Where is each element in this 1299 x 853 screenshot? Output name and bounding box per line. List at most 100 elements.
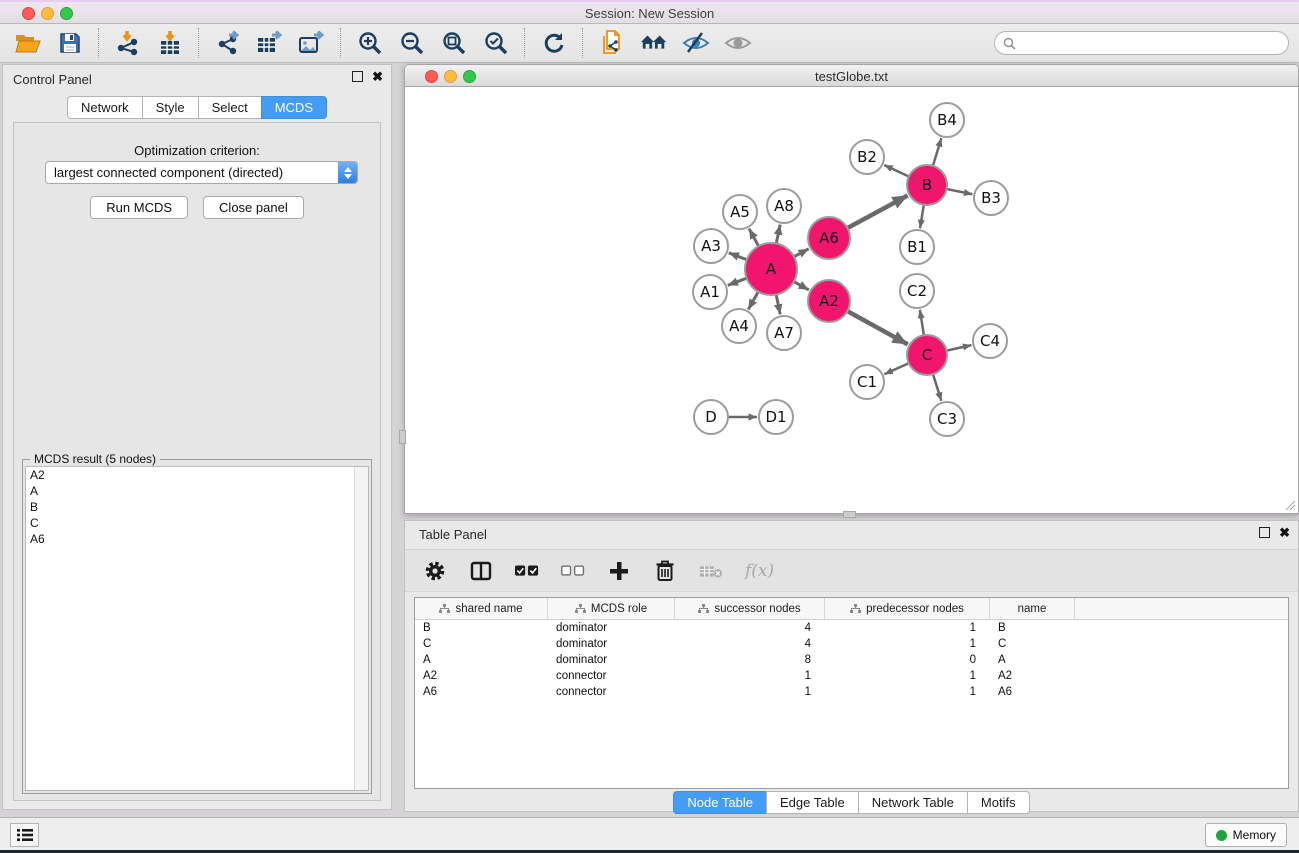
zoom-in-icon[interactable] xyxy=(356,29,384,57)
search-icon xyxy=(1003,37,1016,50)
graph-node-label-A5: A5 xyxy=(730,203,750,221)
tab-select[interactable]: Select xyxy=(198,96,262,119)
zoom-selected-icon[interactable] xyxy=(482,29,510,57)
horizontal-splitter-handle[interactable] xyxy=(843,511,856,518)
close-panel-button[interactable]: Close panel xyxy=(203,196,304,219)
float-panel-icon[interactable] xyxy=(352,71,363,82)
tab-network[interactable]: Network xyxy=(67,96,143,119)
network-canvas[interactable]: B4B2BB3A8A5A6A3B1AC2A1A2A4A7C4CC1C3DD1 xyxy=(404,87,1299,514)
column-header-successor-nodes[interactable]: successor nodes xyxy=(675,598,825,620)
select-all-icon[interactable] xyxy=(515,559,539,583)
show-columns-icon[interactable] xyxy=(469,559,493,583)
column-header-MCDS-role[interactable]: MCDS role xyxy=(548,598,675,620)
shared-column-icon xyxy=(850,604,861,614)
float-table-panel-icon[interactable] xyxy=(1259,527,1270,538)
houses-icon[interactable] xyxy=(640,29,668,57)
column-header-filler xyxy=(1075,598,1288,620)
table-cell: B xyxy=(990,620,1075,636)
close-panel-icon[interactable]: ✖ xyxy=(372,71,383,82)
tab-style[interactable]: Style xyxy=(142,96,199,119)
show-hidden-eye-icon[interactable] xyxy=(724,29,752,57)
tab-motifs[interactable]: Motifs xyxy=(967,791,1030,814)
import-network-icon[interactable] xyxy=(114,29,142,57)
scrollbar-track[interactable] xyxy=(354,467,368,790)
graph-node-label-B: B xyxy=(922,176,932,194)
shared-column-icon xyxy=(698,604,709,614)
tab-mcds[interactable]: MCDS xyxy=(261,96,327,119)
table-cell: dominator xyxy=(548,652,675,668)
tab-network-table[interactable]: Network Table xyxy=(858,791,968,814)
graph-node-label-D: D xyxy=(705,408,717,426)
dropdown-stepper-icon xyxy=(338,162,357,183)
table-cell: A xyxy=(415,652,548,668)
export-network-icon[interactable] xyxy=(214,29,242,57)
list-item[interactable]: A2 xyxy=(26,467,368,483)
table-panel-title: Table Panel xyxy=(419,527,487,542)
export-image-icon[interactable] xyxy=(298,29,326,57)
save-session-icon[interactable] xyxy=(56,29,84,57)
search-input[interactable] xyxy=(1021,35,1288,51)
graph-node-label-A1: A1 xyxy=(700,283,720,301)
open-session-icon[interactable] xyxy=(14,29,42,57)
criterion-dropdown[interactable]: largest connected component (directed) xyxy=(45,161,358,184)
deselect-all-icon[interactable] xyxy=(561,559,585,583)
task-history-button[interactable] xyxy=(10,823,39,847)
import-table-icon[interactable] xyxy=(156,29,184,57)
column-header-predecessor-nodes[interactable]: predecessor nodes xyxy=(825,598,990,620)
search-field[interactable] xyxy=(994,31,1289,55)
tab-node-table[interactable]: Node Table xyxy=(673,791,767,814)
run-mcds-button[interactable]: Run MCDS xyxy=(90,196,188,219)
close-table-panel-icon[interactable]: ✖ xyxy=(1279,527,1290,538)
mcds-result-list[interactable]: A2ABCA6 xyxy=(25,466,369,791)
column-header-shared-name[interactable]: shared name xyxy=(415,598,548,620)
table-cell: connector xyxy=(548,668,675,684)
table-cell: 1 xyxy=(675,684,825,700)
duplicate-network-icon[interactable] xyxy=(598,29,626,57)
list-item[interactable]: A xyxy=(26,483,368,499)
graph-node-label-B1: B1 xyxy=(907,238,927,256)
graph-node-label-C1: C1 xyxy=(857,373,877,391)
graph-node-label-A8: A8 xyxy=(774,197,794,215)
control-panel-title: Control Panel xyxy=(13,72,92,87)
zoom-fit-icon[interactable] xyxy=(440,29,468,57)
column-header-label: name xyxy=(1018,603,1047,615)
table-row[interactable]: Adominator80A xyxy=(415,652,1288,668)
graph-node-label-D1: D1 xyxy=(765,408,786,426)
network-graph[interactable]: B4B2BB3A8A5A6A3B1AC2A1A2A4A7C4CC1C3DD1 xyxy=(405,87,1298,512)
graph-node-label-B2: B2 xyxy=(857,148,877,166)
network-window-titlebar: testGlobe.txt xyxy=(404,64,1299,87)
column-header-label: predecessor nodes xyxy=(866,603,964,615)
vertical-splitter-handle[interactable] xyxy=(399,430,406,444)
graph-node-label-C4: C4 xyxy=(980,332,1000,350)
list-item[interactable]: B xyxy=(26,499,368,515)
export-table-icon[interactable] xyxy=(256,29,284,57)
table-row[interactable]: Cdominator41C xyxy=(415,636,1288,652)
table-mode-gear-icon[interactable] xyxy=(423,559,447,583)
delete-columns-trash-icon[interactable] xyxy=(653,559,677,583)
function-builder-icon[interactable]: f(x) xyxy=(745,561,774,581)
window-title: Session: New Session xyxy=(0,6,1299,21)
window-resize-grip[interactable] xyxy=(1283,498,1296,511)
delete-table-icon[interactable] xyxy=(699,559,723,583)
tab-edge-table[interactable]: Edge Table xyxy=(766,791,859,814)
node-table[interactable]: shared nameMCDS rolesuccessor nodes prede… xyxy=(414,597,1289,789)
graph-node-label-C: C xyxy=(922,346,932,364)
zoom-out-icon[interactable] xyxy=(398,29,426,57)
table-cell: C xyxy=(415,636,548,652)
create-column-icon[interactable] xyxy=(607,559,631,583)
refresh-icon[interactable] xyxy=(540,29,568,57)
table-cell: A6 xyxy=(415,684,548,700)
table-cell: 4 xyxy=(675,620,825,636)
table-row[interactable]: A2connector11A2 xyxy=(415,668,1288,684)
table-body: Bdominator41BCdominator41CAdominator80AA… xyxy=(415,620,1288,700)
column-header-name[interactable]: name xyxy=(990,598,1075,620)
memory-label: Memory xyxy=(1233,828,1276,842)
table-cell: connector xyxy=(548,684,675,700)
memory-button[interactable]: Memory xyxy=(1205,823,1287,847)
list-icon xyxy=(17,828,33,842)
table-row[interactable]: Bdominator41B xyxy=(415,620,1288,636)
table-row[interactable]: A6connector11A6 xyxy=(415,684,1288,700)
list-item[interactable]: A6 xyxy=(26,531,368,547)
hide-selected-eye-icon[interactable] xyxy=(682,29,710,57)
list-item[interactable]: C xyxy=(26,515,368,531)
